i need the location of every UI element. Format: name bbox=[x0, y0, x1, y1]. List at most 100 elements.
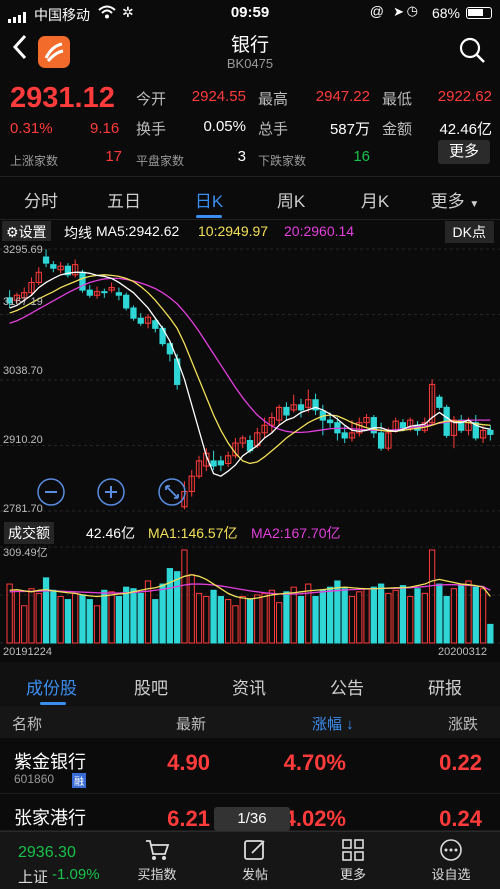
ma10-value: 10:2949.97 bbox=[198, 223, 269, 239]
volume-indicator-button[interactable]: 成交额 bbox=[4, 522, 54, 544]
col-change-pct[interactable]: 涨幅 ↓ bbox=[312, 713, 354, 734]
volume-legend: 成交额 42.46亿 MA1:146.57亿 MA2:167.70亿 bbox=[0, 521, 500, 544]
zoom-in-icon[interactable] bbox=[96, 477, 126, 507]
candle-body bbox=[341, 432, 348, 439]
more-button[interactable]: 更多 bbox=[438, 140, 490, 164]
volume-bar bbox=[101, 589, 108, 644]
candlestick-chart[interactable] bbox=[0, 243, 500, 518]
high-value: 2947.22 bbox=[315, 88, 370, 105]
volume-bar bbox=[123, 586, 130, 644]
tab-constituents[interactable]: 成份股 bbox=[26, 674, 77, 699]
volume-chart[interactable] bbox=[0, 543, 500, 645]
x-start-date: 20191224 bbox=[3, 646, 52, 658]
cart-icon bbox=[146, 840, 170, 860]
more-menu-label: 更多 bbox=[339, 867, 366, 882]
chevron-down-icon: ▼ bbox=[469, 199, 480, 210]
x-end-date: 20200312 bbox=[438, 646, 487, 658]
volume-bar bbox=[268, 589, 275, 644]
tab-announcements[interactable]: 公告 bbox=[330, 674, 364, 699]
candle-body bbox=[326, 419, 334, 424]
volume-bar bbox=[421, 592, 428, 644]
volume-value: 587万 bbox=[329, 121, 370, 138]
high-label: 最高 bbox=[258, 91, 289, 108]
volume-bar bbox=[144, 580, 152, 644]
volume-bar bbox=[6, 583, 13, 644]
col-price[interactable]: 最新 bbox=[176, 713, 206, 734]
ma5-value: MA5:2942.62 bbox=[96, 223, 180, 239]
volume-bar bbox=[443, 595, 450, 644]
turnover-value: 0.05% bbox=[203, 118, 246, 135]
volume-bar bbox=[428, 549, 436, 644]
header: 银行 BK0475 bbox=[0, 26, 500, 80]
volume-bar bbox=[130, 588, 137, 644]
post-button[interactable]: 发帖 bbox=[220, 838, 290, 883]
stock-code: 601860 bbox=[14, 772, 55, 786]
turnover-label: 换手 bbox=[136, 121, 167, 138]
volume-y-tick: 309.49亿 bbox=[3, 547, 48, 559]
volume-bar bbox=[115, 595, 123, 644]
y-tick-label: 3295.69 bbox=[3, 244, 43, 256]
down-count-label: 下跌家数 bbox=[258, 154, 307, 168]
settings-label: 设置 bbox=[18, 224, 47, 240]
stock-change-pct: 4.70% bbox=[283, 750, 346, 775]
candle-body bbox=[115, 292, 123, 296]
dk-point-button[interactable]: DK点 bbox=[444, 221, 494, 243]
volume-bar bbox=[414, 588, 421, 644]
tab-news[interactable]: 资讯 bbox=[232, 674, 266, 699]
col-change[interactable]: 涨跌 bbox=[448, 713, 478, 734]
fullscreen-icon[interactable] bbox=[157, 477, 187, 507]
settings-button[interactable]: ⚙设置 bbox=[2, 221, 51, 241]
more-menu-button[interactable]: 更多 bbox=[318, 838, 388, 883]
volume-bar bbox=[166, 568, 174, 644]
search-icon[interactable] bbox=[458, 36, 486, 64]
volume-bar bbox=[137, 592, 144, 644]
candle-body bbox=[123, 294, 130, 309]
candle-body bbox=[86, 289, 93, 296]
buy-index-button[interactable]: 买指数 bbox=[122, 838, 192, 883]
candle-body bbox=[283, 406, 290, 416]
volume-bar bbox=[50, 589, 57, 644]
add-watchlist-button[interactable]: 设自选 bbox=[416, 838, 486, 883]
tab-more[interactable]: 更多 ▼ bbox=[420, 187, 490, 212]
ma-label: 均线 bbox=[64, 225, 92, 241]
tab-intraday[interactable]: 分时 bbox=[6, 187, 76, 212]
volume-bar bbox=[479, 588, 487, 644]
add-watchlist-label: 设自选 bbox=[431, 867, 471, 882]
candle-body bbox=[436, 396, 443, 408]
tab-daily-k[interactable]: 日K bbox=[174, 187, 244, 212]
tab-weekly-k[interactable]: 周K bbox=[256, 187, 326, 212]
candle-body bbox=[217, 460, 225, 466]
tab-five-day[interactable]: 五日 bbox=[89, 187, 159, 212]
volume-bar bbox=[465, 580, 472, 644]
zoom-out-icon[interactable] bbox=[36, 477, 66, 507]
edit-icon bbox=[244, 840, 265, 860]
table-row[interactable]: 紫金银行 601860 融 4.90 4.70% 0.22 bbox=[0, 740, 500, 794]
ma10-line bbox=[9, 274, 491, 465]
volume-bar bbox=[377, 583, 385, 644]
volume-bar bbox=[72, 592, 79, 644]
tab-research[interactable]: 研报 bbox=[428, 674, 462, 699]
volume-bar bbox=[290, 586, 297, 644]
active-tab-underline bbox=[196, 215, 222, 218]
candle-body bbox=[130, 307, 137, 319]
status-time: 09:59 bbox=[230, 4, 270, 21]
index-ticker[interactable]: 2936.30 上证 -1.09% bbox=[6, 844, 114, 886]
volume-bar bbox=[261, 592, 268, 644]
low-value: 2922.62 bbox=[437, 88, 492, 105]
volume-bar bbox=[57, 595, 64, 644]
flat-count-label: 平盘家数 bbox=[136, 154, 185, 168]
change-percent: 0.31% bbox=[10, 120, 53, 137]
col-name[interactable]: 名称 bbox=[12, 713, 42, 734]
alarm-icon: ◷ bbox=[406, 3, 418, 18]
page-indicator: 1/36 bbox=[214, 807, 290, 831]
up-count-label: 上涨家数 bbox=[10, 154, 59, 168]
volume-bar bbox=[152, 599, 159, 644]
volume-bar bbox=[450, 588, 458, 644]
volume-bar bbox=[13, 589, 21, 644]
tab-forum[interactable]: 股吧 bbox=[134, 674, 168, 699]
stock-change: 0.24 bbox=[439, 806, 482, 831]
post-label: 发帖 bbox=[241, 867, 268, 882]
tab-monthly-k[interactable]: 月K bbox=[340, 187, 410, 212]
volume-bar bbox=[35, 592, 42, 644]
section-tabs: 成份股 股吧 资讯 公告 研报 bbox=[0, 662, 500, 706]
